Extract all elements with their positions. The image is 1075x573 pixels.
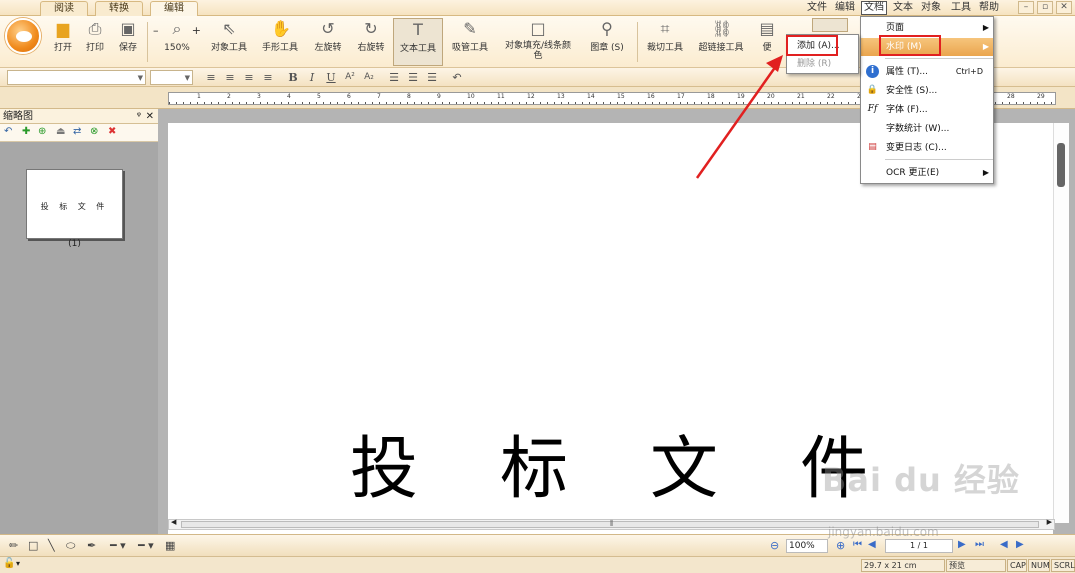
red-arrow-annotation (695, 55, 783, 179)
arrow-shaft (695, 65, 778, 179)
